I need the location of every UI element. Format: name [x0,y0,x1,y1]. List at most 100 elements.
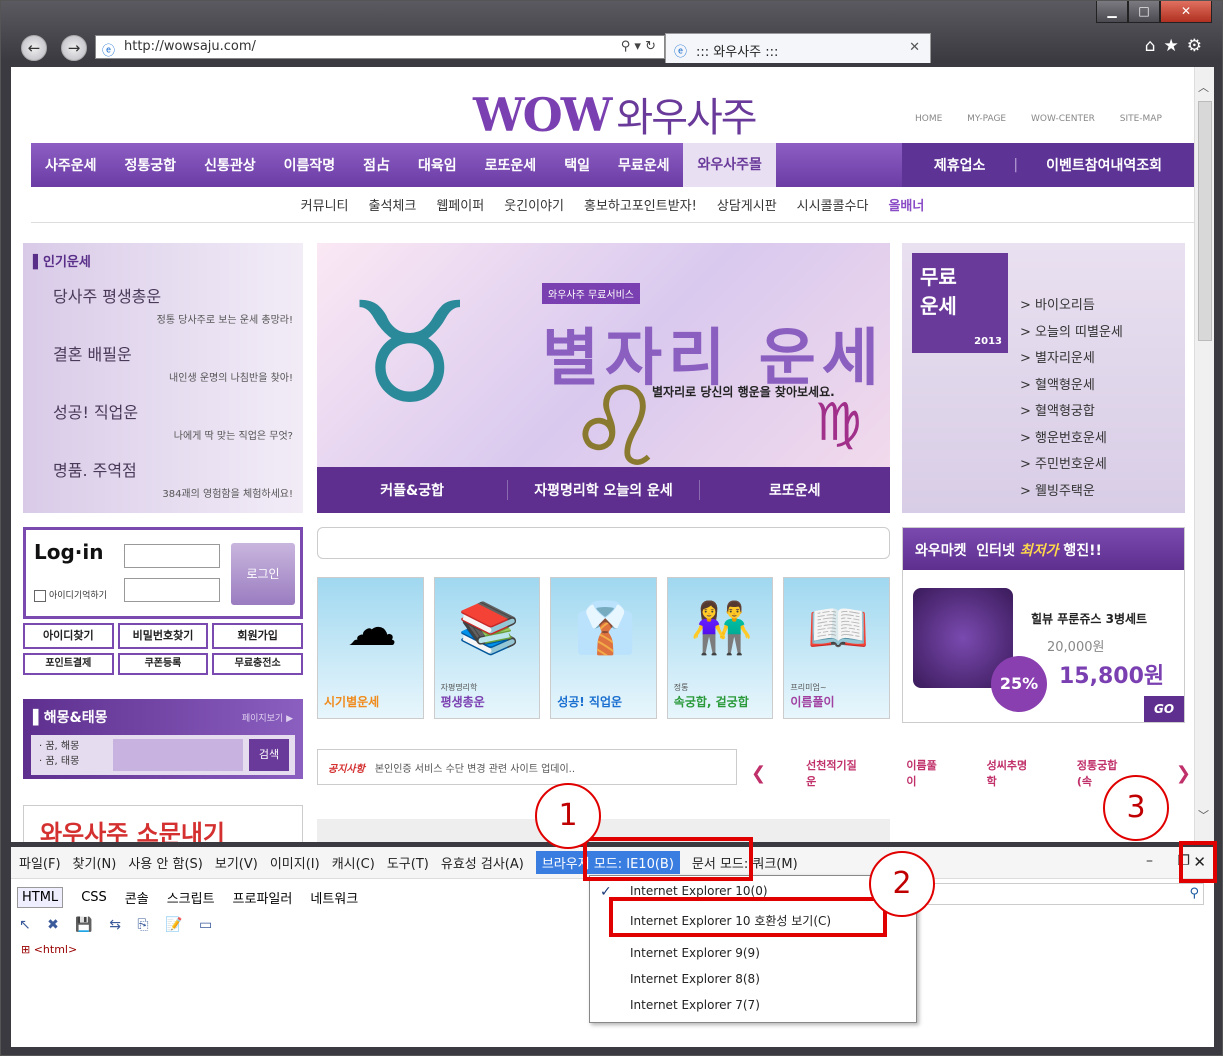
dropdown-item[interactable]: Internet Explorer 8(8) [630,972,760,986]
signup-button[interactable]: 회원가입 [212,623,303,649]
service-card[interactable]: ☁ 시기별운세 [317,577,424,719]
free-item[interactable]: > 행운번호운세 [1020,426,1123,453]
banner-tab[interactable]: 로또운세 [700,480,890,500]
subnav-item[interactable]: 커뮤니티 [301,195,349,214]
nav-item[interactable]: 로또운세 [471,155,551,175]
notice-text[interactable]: 본인인증 서비스 수단 변경 관련 사이트 업데이.. [375,764,575,775]
minimize-button[interactable]: ▁ [1096,1,1128,23]
ticker-item[interactable]: 이름풀이 [906,757,946,789]
dream-search-button[interactable]: 검색 [249,739,289,771]
scroll-thumb[interactable] [1198,101,1212,341]
tab-html[interactable]: HTML [17,886,64,908]
devtools-menu-item[interactable]: 도구(T) [387,853,429,872]
tab-console[interactable]: 콘솔 [125,888,149,907]
nav-partner[interactable]: 제휴업소 [920,155,1000,175]
back-button[interactable]: ← [21,35,47,61]
scroll-up-icon[interactable]: ︿ [1198,79,1209,95]
notice-bar[interactable]: 공지사항 본인인증 서비스 수단 변경 관련 사이트 업데이.. [317,749,737,785]
top-links[interactable]: HOME MY-PAGE WOW-CENTER SITE-MAP [915,114,1162,124]
subnav-item[interactable]: 웃긴이야기 [504,195,564,214]
subnav-item[interactable]: 상담게시판 [717,195,777,214]
devtools-menu-item[interactable]: 사용 안 함(S) [128,853,203,872]
nav-item[interactable]: 이름작명 [270,155,350,175]
password-field[interactable] [124,578,220,602]
checkbox-icon[interactable] [34,589,46,602]
vertical-scrollbar[interactable]: ︿ ﹀ [1194,67,1214,842]
devtools-menu-item[interactable]: 이미지(I) [270,853,320,872]
site-search-bar[interactable] [317,527,890,559]
devtools-menu-item[interactable]: 보기(V) [215,853,258,872]
maximize-button[interactable]: □ [1128,1,1160,23]
devtools-menu-item[interactable]: 캐시(C) [332,853,375,872]
free-item[interactable]: > 바이오리듬 [1020,293,1123,320]
free-item[interactable]: > 웰빙주택운 [1020,479,1123,506]
address-tools[interactable]: ⚲ ▾ ↻ [621,39,656,54]
service-card[interactable]: 📖 프리미엄~ 이름풀이 [783,577,890,719]
close-window-button[interactable]: ✕ [1160,1,1212,23]
tab-network[interactable]: 네트워크 [310,888,358,907]
coupon-button[interactable]: 쿠폰등록 [117,653,209,675]
address-bar[interactable]: ⓔ http://wowsaju.com/ ⚲ ▾ ↻ [95,35,665,59]
tab-css[interactable]: CSS [81,890,107,905]
subnav-item[interactable]: 출석체크 [369,195,417,214]
find-password-button[interactable]: 비밀번호찾기 [117,623,209,649]
nav-item[interactable]: 점占 [349,155,404,175]
service-card[interactable]: 📚 자평명리학 평생총운 [433,577,541,719]
point-payment-button[interactable]: 포인트결제 [23,653,114,675]
browser-tab[interactable]: ⓔ ::: 와우사주 ::: ✕ [665,33,931,63]
find-id-button[interactable]: 아이디찾기 [23,623,114,649]
nav-event[interactable]: 이벤트참여내역조회 [1032,155,1176,175]
nav-item[interactable]: 무료운세 [604,155,684,175]
search-icon[interactable]: ⚲ [1189,886,1199,901]
site-logo[interactable]: WOW 와우사주 [473,85,758,143]
banner-tab[interactable]: 자평명리학 오늘의 운세 [508,480,700,500]
ticker-item[interactable]: 선천적기질운 [806,757,866,789]
zodiac-banner[interactable]: ♉ ♌ ♍ 와우사주 무료서비스 별자리 운세 별자리로 당신의 행운을 찾아보… [317,243,890,513]
login-button[interactable]: 로그인 [231,543,295,605]
free-item[interactable]: > 주민번호운세 [1020,452,1123,479]
tab-profiler[interactable]: 프로파일러 [233,888,293,907]
subnav-item[interactable]: 올배너 [888,195,924,214]
dream-options[interactable]: · 꿈, 해몽 · 꿈, 태몽 [39,739,79,769]
popular-item[interactable]: 당사주 평생총운 정통 당사주로 보는 운세 총망라! [53,283,293,326]
dropdown-item[interactable]: Internet Explorer 9(9) [630,946,760,960]
scroll-down-icon[interactable]: ﹀ [1198,807,1209,823]
free-item[interactable]: > 혈액형궁합 [1020,399,1123,426]
dropdown-item[interactable]: Internet Explorer 7(7) [630,998,760,1012]
free-item[interactable]: > 혈액형운세 [1020,373,1123,400]
remember-checkbox[interactable]: 아이디기억하기 [34,588,107,602]
dream-option[interactable]: · 꿈, 해몽 [39,739,79,754]
devtools-menu-item[interactable]: 유효성 검사(A) [441,853,524,872]
nav-item[interactable]: 택일 [550,155,604,175]
subnav-item[interactable]: 홍보하고포인트받자! [584,195,697,214]
banner-tab[interactable]: 커플&궁합 [317,480,509,500]
dropdown-item[interactable]: Internet Explorer 10(0) [630,884,768,898]
id-field[interactable] [124,544,220,568]
free-charge-button[interactable]: 무료충전소 [212,653,303,675]
promo-banner[interactable]: 와우사주 소문내기 [23,805,303,842]
service-card[interactable]: 👔 성공! 직업운 [550,577,657,719]
nav-item[interactable]: 사주운세 [31,155,111,175]
ticker-item[interactable]: 성씨추명학 [987,757,1037,789]
product-name[interactable]: 힐뷰 푸룬쥬스 3병세트 [1031,610,1147,627]
popular-item[interactable]: 성공! 직업운 나에게 딱 맞는 직업은 무엇? [53,399,293,442]
home-favorites-tools-icons[interactable]: ⌂★⚙ [1145,36,1210,56]
free-item[interactable]: > 별자리운세 [1020,346,1123,373]
go-button[interactable]: GO [1144,696,1184,722]
nav-item[interactable]: 정통궁합 [111,155,191,175]
tab-close-icon[interactable]: ✕ [909,40,920,55]
popular-item[interactable]: 명품. 주역점 384괘의 영험함을 체험하세요! [53,457,293,500]
service-card[interactable]: 👫 정통 속궁합, 겉궁합 [666,577,774,719]
dream-option[interactable]: · 꿈, 태몽 [39,754,79,769]
popular-item[interactable]: 결혼 배필운 내인생 운명의 나침반을 찾아! [53,341,293,384]
devtools-toolbar-icons[interactable]: ↖ ✖ 💾 ⇆ ⎘ 📝 ▭ [19,917,218,933]
devtools-menu-item[interactable]: 찾기(N) [73,853,117,872]
forward-button[interactable]: → [61,35,87,61]
nav-item-active[interactable]: 와우사주몰 [683,143,776,187]
tab-script[interactable]: 스크립트 [167,888,215,907]
devtools-menu-item[interactable]: 파일(F) [19,853,61,872]
chevron-left-icon[interactable]: ❮ [751,763,766,784]
nav-item[interactable]: 대육임 [404,155,471,175]
subnav-item[interactable]: 웹페이퍼 [436,195,484,214]
dom-tree-node[interactable]: ⊞ <html> [21,943,77,956]
